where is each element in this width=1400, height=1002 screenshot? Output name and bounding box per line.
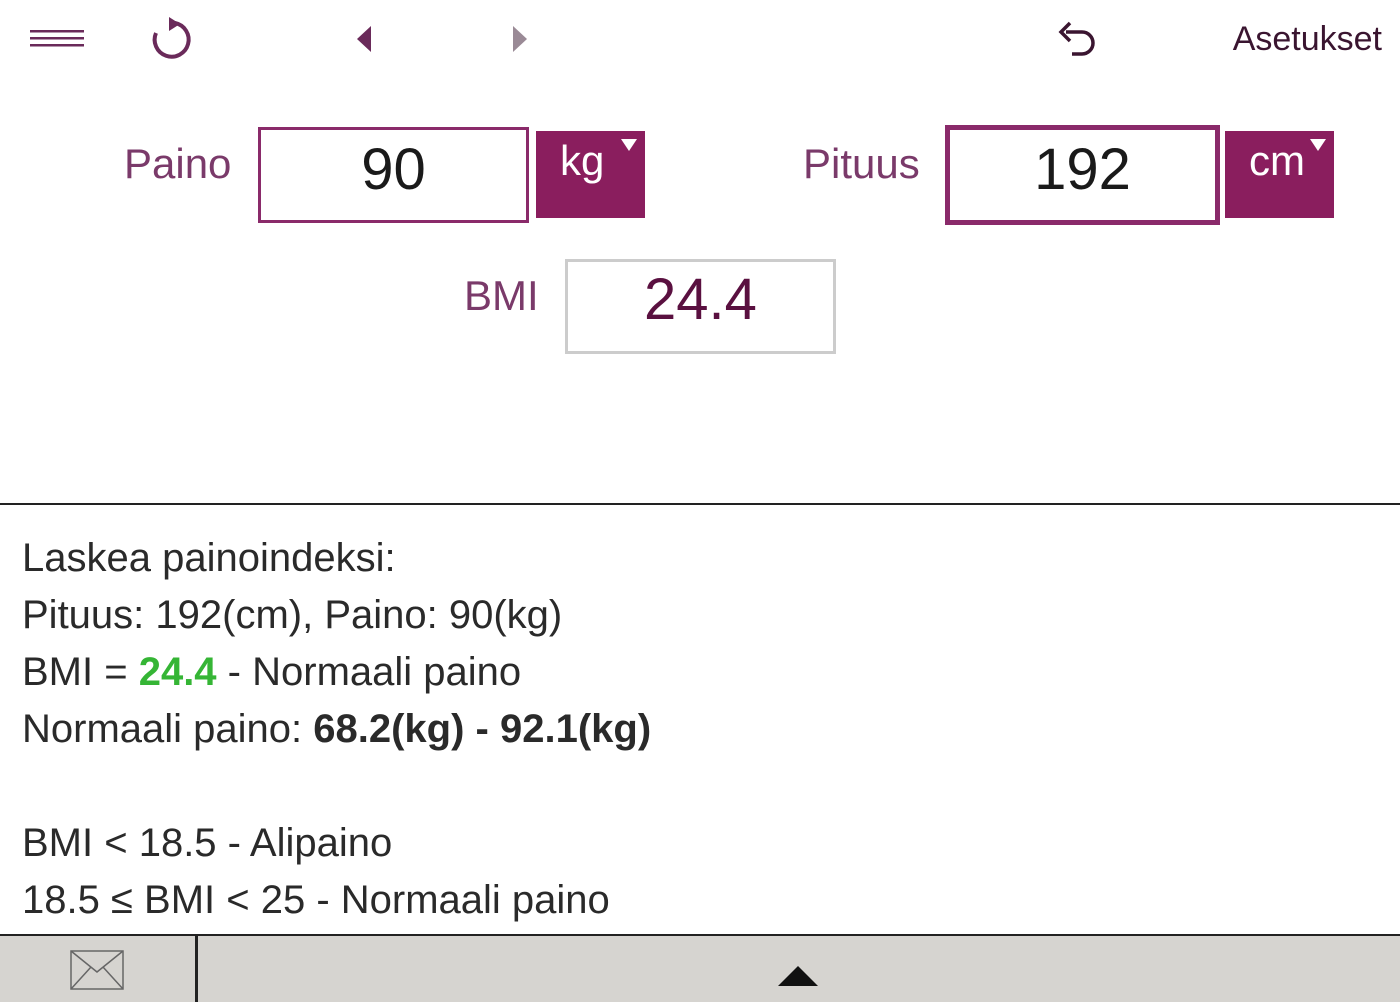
height-unit-label: cm <box>1249 137 1305 184</box>
toolbar: Asetukset <box>0 0 1400 80</box>
height-field-box <box>945 125 1220 225</box>
bottom-separator <box>195 936 198 1002</box>
divider <box>0 503 1400 505</box>
weight-input[interactable] <box>261 130 526 220</box>
weight-field-box <box>258 127 529 223</box>
bmi-output: 24.4 <box>565 259 836 354</box>
settings-button[interactable]: Asetukset <box>1233 20 1382 59</box>
normal-prefix: Normaali paino: <box>22 707 314 751</box>
undo-icon[interactable] <box>1056 18 1100 60</box>
normal-range: 68.2(kg) - 92.1(kg) <box>313 707 652 751</box>
results-bmi-line: BMI = 24.4 - Normaali paino <box>22 644 651 701</box>
bmi-label: BMI <box>464 272 539 319</box>
hamburger-icon[interactable] <box>30 26 84 50</box>
bmi-prefix: BMI = <box>22 650 139 694</box>
scale-line-2: 18.5 ≤ BMI < 25 - Normaali paino <box>22 878 610 922</box>
envelope-icon[interactable] <box>70 950 124 995</box>
weight-unit-label: kg <box>560 137 605 184</box>
results-summary: Pituus: 192(cm), Paino: 90(kg) <box>22 593 563 637</box>
results-normal-line: Normaali paino: 68.2(kg) - 92.1(kg) <box>22 701 651 758</box>
bottom-bar <box>0 934 1400 1002</box>
scale-line-1: BMI < 18.5 - Alipaino <box>22 821 393 865</box>
triangle-right-icon[interactable] <box>508 22 532 56</box>
height-unit-dropdown[interactable]: cm <box>1225 131 1334 218</box>
weight-unit-dropdown[interactable]: kg <box>536 131 645 218</box>
height-input[interactable] <box>950 130 1215 220</box>
weight-label: Paino <box>124 140 232 187</box>
height-label: Pituus <box>803 140 920 187</box>
triangle-up-icon[interactable] <box>776 964 820 993</box>
bmi-result-value: 24.4 <box>138 650 217 694</box>
dropdown-arrow-icon <box>1310 139 1326 151</box>
refresh-icon[interactable] <box>146 16 194 64</box>
bmi-category: - Normaali paino <box>216 650 522 694</box>
triangle-left-icon[interactable] <box>352 22 376 56</box>
results-heading: Laskea painoindeksi: <box>22 536 396 580</box>
dropdown-arrow-icon <box>621 139 637 151</box>
results-panel: Laskea painoindeksi: Pituus: 192(cm), Pa… <box>22 530 651 929</box>
